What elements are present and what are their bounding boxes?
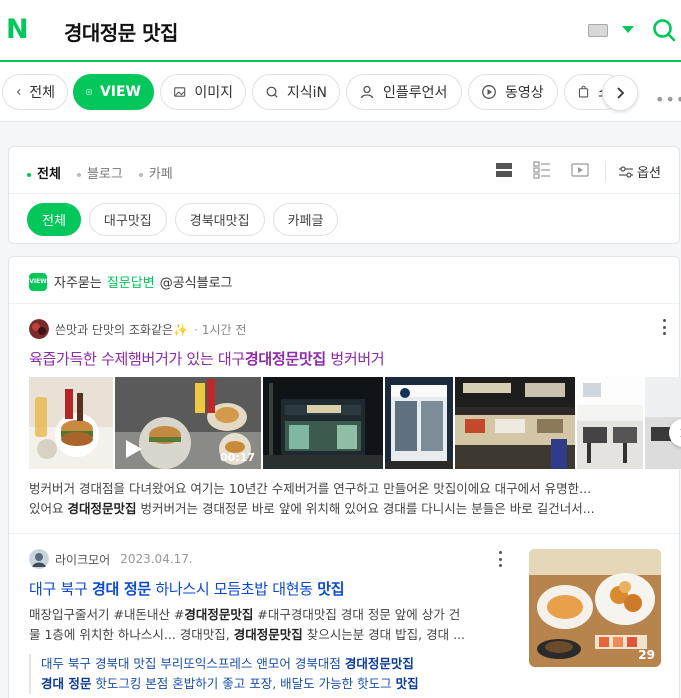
tab-all[interactable]: 전체	[2, 74, 68, 110]
avatar[interactable]	[29, 549, 49, 569]
search-query-input[interactable]: 경대정문 맛집	[64, 17, 178, 46]
tab-label: 전체	[29, 85, 55, 101]
tab-view[interactable]: VIEW	[73, 74, 154, 110]
layout-toggles	[495, 161, 589, 179]
card-view-icon[interactable]	[495, 162, 513, 178]
list-view-icon[interactable]	[533, 161, 551, 179]
play-circle-icon	[482, 85, 496, 99]
search-bar: N 경대정문 맛집	[0, 0, 681, 62]
tab-label: 동영상	[505, 85, 544, 101]
divider	[9, 533, 679, 534]
thumbnail-image[interactable]	[577, 377, 643, 469]
snippet-line: 있어요 경대정문맛집 벙커버거는 경대정문 바로 앞에 위치해 있어요 경대를 …	[29, 501, 595, 516]
post-time: 1시간 전	[194, 321, 247, 338]
video-thumbnail[interactable]: 00:17	[115, 377, 261, 469]
options-button[interactable]: 옵션	[619, 162, 661, 181]
faq-banner[interactable]: VIEW 자주묻는 질문답변 @공식블로그	[29, 272, 233, 291]
view-badge-icon: VIEW	[29, 272, 47, 291]
tab-label: VIEW	[99, 84, 141, 100]
tab-label: 이미지	[194, 85, 233, 101]
related-post-link[interactable]: 경대 정문 핫도그킹 본점 혼밥하기 좋고 포장, 배달도 가능한 핫도그 맛집	[41, 674, 505, 694]
chip-cafe-post[interactable]: 카페글	[272, 203, 339, 236]
source-tab-cafe[interactable]: 카페	[138, 163, 173, 182]
source-tabs: 전체 블로그 카페	[27, 163, 173, 182]
thumbnail-strip: 00:17	[29, 377, 681, 469]
post-title[interactable]: 육즙가득한 수제햄버거가 있는 대구경대정문맛집 벙커버거	[29, 348, 669, 369]
related-post-link[interactable]: 대두 북구 경북대 맛집 부리또익스프레스 앤모어 경북대점 경대정문맛집	[41, 654, 505, 674]
vertical-tab-bar: 전체 VIEW 이미지 지식iN 인플루언서 동영상 쇼	[0, 62, 681, 122]
image-count: 29	[638, 648, 655, 662]
results-list: VIEW 자주묻는 질문답변 @공식블로그 쓴맛과 단맛의 조화같은✨ 1시간 …	[8, 256, 681, 698]
shopping-icon	[578, 85, 589, 98]
divider	[9, 303, 679, 304]
filter-panel: 전체 블로그 카페 옵션 전체 대구맛집 경북대맛집 카페글	[8, 146, 680, 244]
thumbnail-image[interactable]: 29	[529, 549, 661, 667]
more-options-icon[interactable]	[663, 319, 667, 335]
video-duration: 00:17	[219, 451, 255, 464]
result-item: 쓴맛과 단맛의 조화같은✨ 1시간 전 육즙가득한 수제햄버거가 있는 대구경대…	[29, 319, 681, 519]
options-label: 옵션	[637, 166, 661, 181]
source-tab-all[interactable]: 전체	[27, 163, 61, 182]
post-author: 쓴맛과 단맛의 조화같은✨ 1시간 전	[29, 319, 669, 339]
tab-label: 지식iN	[286, 85, 327, 101]
more-options-icon[interactable]	[499, 551, 503, 567]
author-name[interactable]: 쓴맛과 단맛의 조화같은✨	[55, 321, 188, 338]
post-date: 2023.04.17.	[120, 552, 193, 566]
search-results-page: N 경대정문 맛집 전체 VIEW 이미지 지식iN 인플루언서 동영상 •• …	[0, 0, 681, 698]
tab-influencer[interactable]: 인플루언서	[346, 74, 462, 110]
chevron-right-icon	[617, 87, 625, 99]
chevron-left-icon	[16, 89, 21, 95]
keyboard-icon[interactable]	[588, 24, 608, 37]
keyword-chips: 전체 대구맛집 경북대맛집 카페글	[27, 203, 339, 236]
snippet-line: 벙커버거 경대점을 다녀왔어요 여기는 10년간 수제버거를 연구하고 만들어온…	[29, 481, 592, 496]
q-icon	[266, 86, 278, 98]
snippet-line: 매장입구줄서기 #내돈내산 #경대정문맛집 #대구경대맛집 경대 정문 앞에 상…	[29, 607, 461, 622]
video-view-icon[interactable]	[571, 162, 589, 178]
post-snippet[interactable]: 매장입구줄서기 #내돈내산 #경대정문맛집 #대구경대맛집 경대 정문 앞에 상…	[29, 605, 504, 645]
post-snippet[interactable]: 벙커버거 경대점을 다녀왔어요 여기는 10년간 수제버거를 연구하고 만들어온…	[29, 479, 661, 519]
thumbnail-image[interactable]	[455, 377, 575, 469]
person-icon	[360, 85, 374, 99]
chip-daegu-food[interactable]: 대구맛집	[88, 203, 167, 236]
author-name[interactable]: 라이크모어	[55, 551, 110, 568]
avatar[interactable]	[29, 319, 49, 339]
faq-prefix: 자주묻는	[54, 276, 102, 291]
thumbnail-image[interactable]	[385, 377, 453, 469]
image-icon	[174, 87, 186, 97]
faq-highlight[interactable]: 질문답변	[107, 272, 155, 291]
divider	[605, 161, 606, 181]
chip-knu-food[interactable]: 경북대맛집	[174, 203, 265, 236]
snippet-line: 물 1층에 위치한 하나스시... 경대맛집, 경대정문맛집 찾으시는분 경대 …	[29, 627, 465, 642]
tab-image[interactable]: 이미지	[160, 74, 246, 110]
naver-logo[interactable]: N	[6, 16, 34, 44]
chevron-down-icon[interactable]	[622, 26, 634, 33]
chip-all[interactable]: 전체	[27, 203, 81, 236]
faq-suffix: @공식블로그	[159, 276, 233, 291]
play-icon[interactable]	[123, 439, 143, 459]
tab-label: 인플루언서	[383, 85, 448, 101]
document-icon	[86, 89, 92, 95]
tab-kin[interactable]: 지식iN	[252, 74, 340, 110]
tabs-next-button[interactable]	[602, 75, 638, 111]
thumbnail-image[interactable]	[29, 377, 113, 469]
thumbnail-image[interactable]	[263, 377, 383, 469]
related-posts: 대두 북구 경북대 맛집 부리또익스프레스 앤모어 경북대점 경대정문맛집 경대…	[29, 654, 505, 694]
more-menu-icon[interactable]: •••	[655, 90, 681, 109]
source-tab-blog[interactable]: 블로그	[76, 163, 123, 182]
search-icon[interactable]	[652, 18, 676, 42]
divider	[9, 193, 679, 194]
sliders-icon	[619, 165, 633, 178]
tab-video[interactable]: 동영상	[468, 74, 558, 110]
